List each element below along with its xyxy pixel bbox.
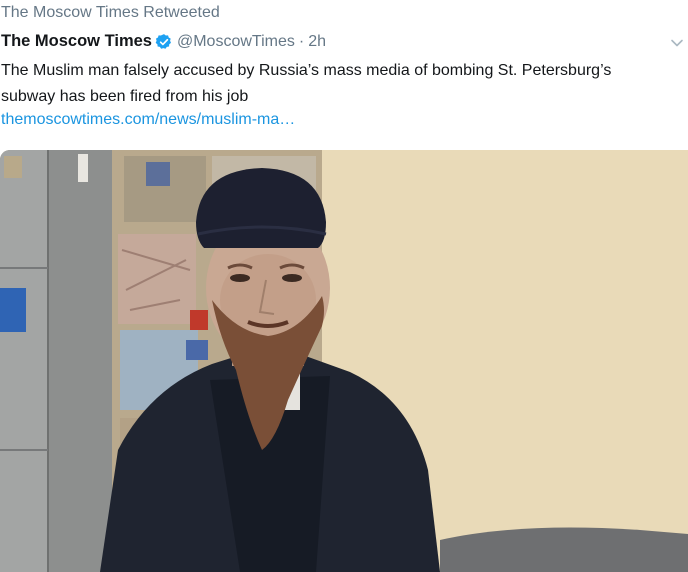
chevron-down-icon[interactable] bbox=[670, 36, 684, 50]
retweet-context[interactable]: The Moscow Times Retweeted bbox=[1, 4, 220, 22]
verified-badge-icon bbox=[155, 33, 171, 49]
photo-illustration bbox=[0, 150, 688, 572]
tweet-link[interactable]: themoscowtimes.com/news/muslim-ma… bbox=[1, 111, 295, 129]
separator-dot: · bbox=[298, 32, 305, 50]
tweet-text: The Muslim man falsely accused by Russia… bbox=[1, 62, 612, 105]
tweet-media-photo[interactable] bbox=[0, 150, 688, 572]
tweet-timestamp[interactable]: 2h bbox=[308, 33, 326, 51]
tweet-header: The Moscow Times @MoscowTimes · 2h bbox=[1, 32, 326, 51]
author-name[interactable]: The Moscow Times bbox=[1, 32, 152, 51]
author-handle[interactable]: @MoscowTimes bbox=[177, 33, 295, 51]
